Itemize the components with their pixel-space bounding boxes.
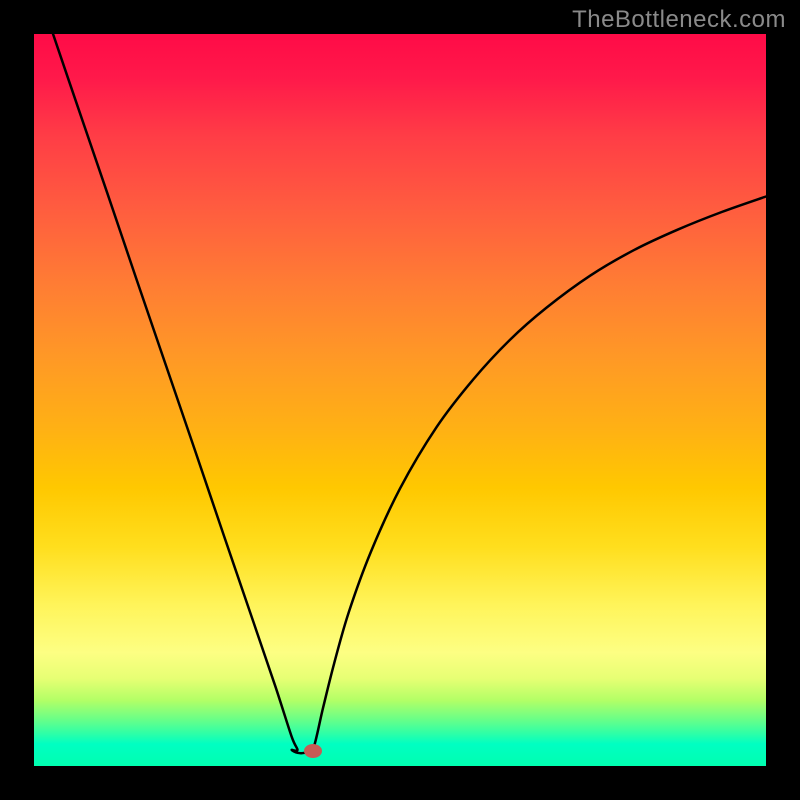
curve-path [53,34,766,754]
attribution-text: TheBottleneck.com [572,6,786,34]
chart-curve [34,34,766,766]
minimum-marker [304,744,322,758]
chart-container: TheBottleneck.com [0,0,800,800]
